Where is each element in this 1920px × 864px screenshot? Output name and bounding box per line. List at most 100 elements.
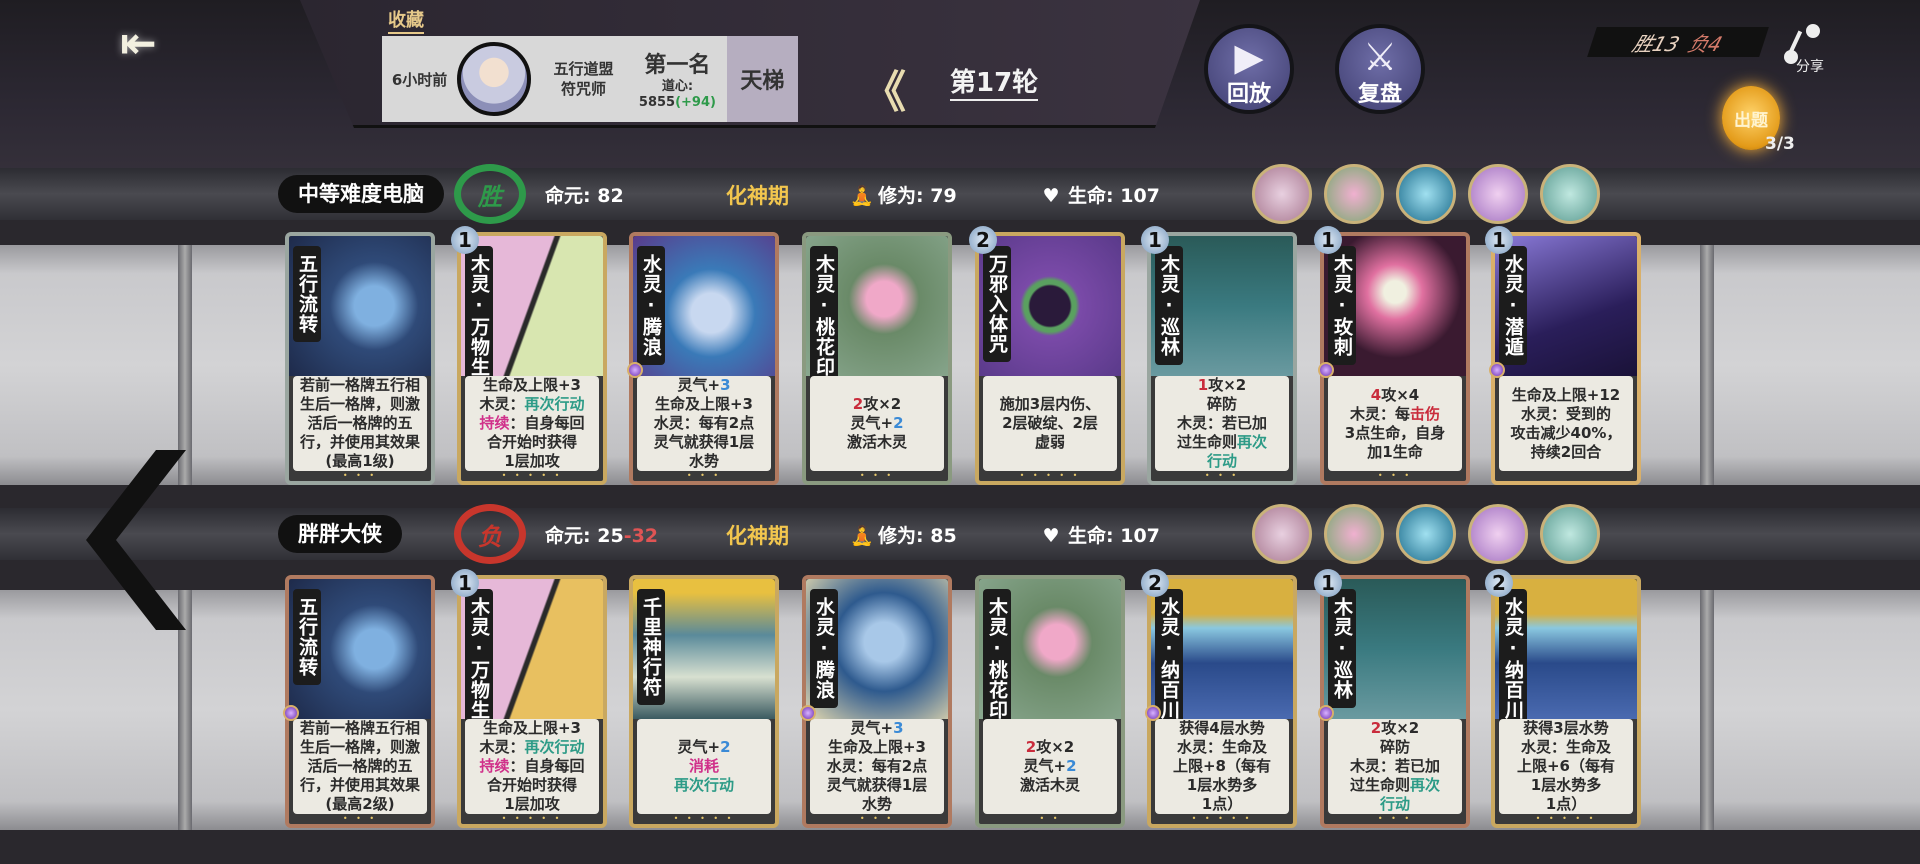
card-description: 灵气+3 生命及上限+3 水灵：每有2点 灵气就获得1层 水势 (810, 719, 944, 814)
previous-round-icon[interactable]: 《 (862, 56, 906, 120)
result-badge: 胜 (454, 164, 526, 224)
card-name: 木灵·万物生 (465, 589, 493, 728)
desc-line: 木灵：若已加 (1349, 757, 1440, 775)
score-label: 道心: (661, 79, 694, 94)
share-button[interactable]: 分享 (1780, 20, 1830, 80)
mingyuan-stat: 命元: 82 (545, 185, 624, 207)
replay-button[interactable]: ▶ 回放 (1204, 24, 1294, 114)
review-button[interactable]: ⚔ 复盘 (1335, 24, 1425, 114)
peach-blossom-relic-icon[interactable] (1324, 504, 1384, 564)
share-label: 分享 (1796, 59, 1824, 75)
desc-line: 获得4层水势 (1179, 719, 1265, 737)
desc-line: 行动 (1379, 795, 1410, 813)
desc-line: (最高2级) (325, 795, 395, 813)
desc-line: 过生命则再次 (1349, 776, 1441, 794)
desc-line: 1点） (1201, 795, 1243, 813)
realm-stage: 化神期 (726, 184, 789, 208)
desc-line: 活后一格牌的五 (307, 414, 413, 432)
desc-line: (最高1级) (325, 452, 395, 470)
card-level-dots: • • • (342, 471, 378, 480)
desc-line: 合开始时获得 (486, 776, 577, 794)
dancer-relic-icon[interactable] (1540, 164, 1600, 224)
card[interactable]: 2 万邪入体咒 施加3层内伤、 2层破绽、2层 虚弱 • • • • • (969, 226, 1125, 485)
card-description: 1攻×2 碎防 木灵：若已加 过生命则再次 行动 (1155, 376, 1289, 471)
card[interactable]: 2 水灵·纳百川 获得3层水势 水灵：生命及 上限+6（每有 1层水势多 1点） • •… (1485, 569, 1641, 828)
desc-line: 激活木灵 (846, 433, 907, 451)
card[interactable]: 水灵·腾浪 灵气+3 生命及上限+3 水灵：每有2点 灵气就获得1层 水势 • • • (627, 232, 779, 485)
card-cost-badge: 2 (1485, 569, 1513, 597)
card[interactable]: 2 水灵·纳百川 获得4层水势 水灵：生命及 上限+8（每有 1层水势多 1点） • •… (1141, 569, 1297, 828)
card[interactable]: 千里神行符 灵气+2 消耗 再次行动 • • • • • (629, 575, 779, 828)
desc-line: 若前一格牌五行相 (299, 719, 420, 737)
card[interactable]: 1 木灵·万物生 生命及上限+3 木灵：再次行动 持续：自身每回 合开始时获得 1层加攻… (451, 569, 607, 828)
desc-line: 1层水势多 (1186, 776, 1258, 794)
back-arrow-icon[interactable]: ⇤ (120, 18, 157, 69)
desc-line: 2攻×2 (1370, 719, 1420, 737)
water-swirl-relic-icon[interactable] (1396, 164, 1456, 224)
card-description: 2攻×2 灵气+2 激活木灵 (810, 376, 944, 471)
card-cost-badge: 1 (1485, 226, 1513, 254)
card[interactable]: 五行流转 若前一格牌五行相 生后一格牌，则激 活后一格牌的五 行，并使用其效果 (最高2… (283, 575, 435, 828)
card-cost-badge: 1 (1314, 226, 1342, 254)
player-name: 胖胖大侠 (278, 515, 402, 553)
card[interactable]: 1 水灵·潜遁 生命及上限+12 水灵：受到的 攻击减少40%， 持续2回合 (1485, 226, 1641, 485)
quiz-label: 出题 (1734, 110, 1768, 131)
card[interactable]: 木灵·桃花印 2攻×2 灵气+2 激活木灵 • • • (802, 232, 952, 485)
loss-count: 负4 (1684, 31, 1726, 56)
card-level-dots: • • • • • (673, 814, 735, 823)
desc-line: 水灵：生命及 (1520, 738, 1611, 756)
dancer-relic-icon[interactable] (1540, 504, 1600, 564)
opponent-class: 符咒师 (561, 80, 607, 98)
card-name: 木灵·万物生 (465, 246, 493, 385)
card[interactable]: 五行流转 若前一格牌五行相 生后一格牌，则激 活后一格牌的五 行，并使用其效果 (最高1… (285, 232, 435, 485)
water-swirl-relic-icon[interactable] (1396, 504, 1456, 564)
mingyuan-stat: 命元: 25-32 (545, 525, 659, 547)
card[interactable]: 1 木灵·巡林 2攻×2 碎防 木灵：若已加 过生命则再次 行动 • • • (1314, 569, 1470, 828)
record-time: 6小时前 (391, 70, 448, 89)
desc-line: 1攻×2 (1197, 376, 1247, 394)
result-badge: 负 (454, 504, 526, 564)
card[interactable]: 1 木灵·巡林 1攻×2 碎防 木灵：若已加 过生命则再次 行动 • • • (1141, 226, 1297, 485)
card-description: 获得3层水势 水灵：生命及 上限+6（每有 1层水势多 1点） (1499, 719, 1633, 814)
desc-line: 木灵：每击伤 (1349, 404, 1441, 423)
card[interactable]: 1 木灵·玫刺 4攻×4 木灵：每击伤 3点生命，自身 加1生命 • • • (1314, 226, 1470, 485)
heart-flame-icon: ♥ (1042, 525, 1060, 547)
desc-line: 加1生命 (1367, 442, 1423, 461)
desc-line: 灵气就获得1层 (826, 776, 928, 794)
favorite-link[interactable]: 收藏 (388, 6, 424, 34)
card[interactable]: 木灵·桃花印 2攻×2 灵气+2 激活木灵 • • (975, 575, 1125, 828)
plum-branch-relic-icon[interactable] (1468, 504, 1528, 564)
desc-line: 灵气就获得1层 (653, 433, 755, 451)
battle-record-card[interactable]: 6小时前 五行道盟 符咒师 第一名 道心: 5855(+94) 天梯 (382, 36, 798, 122)
card-level-dots: • • • (1204, 471, 1240, 480)
desc-line: 行，并使用其效果 (299, 433, 420, 451)
peach-blossom-relic-icon[interactable] (1324, 164, 1384, 224)
card[interactable]: 水灵·腾浪 灵气+3 生命及上限+3 水灵：每有2点 灵气就获得1层 水势 • • • (800, 575, 952, 828)
realm-stage: 化神期 (726, 524, 789, 548)
desc-line: 激活木灵 (1019, 776, 1080, 794)
plum-branch-relic-icon[interactable] (1468, 164, 1528, 224)
result-label: 负 (478, 522, 502, 551)
desc-line: 水势 (688, 452, 719, 470)
meditation-icon: 🧘 (850, 525, 874, 547)
sword-maiden-relic-icon[interactable] (1252, 504, 1312, 564)
desc-line: 1层加攻 (504, 795, 560, 813)
element-gem-icon (1489, 362, 1505, 378)
element-gem-icon (1318, 705, 1334, 721)
card-level-dots: • • • (859, 471, 895, 480)
card-level-dots: • • • (686, 471, 722, 480)
desc-line: 持续：自身每回 (479, 414, 585, 432)
desc-line: 若前一格牌五行相 (299, 376, 420, 394)
desc-line: 水灵：每有2点 (653, 414, 755, 432)
play-icon: ▶ (1234, 35, 1264, 79)
meditation-icon: 🧘 (850, 185, 874, 207)
desc-line: 水灵：受到的 (1520, 404, 1611, 423)
card-level-dots: • • • (342, 814, 378, 823)
rank-block: 第一名 道心: 5855(+94) (628, 47, 727, 111)
round-label[interactable]: 第17轮 (950, 62, 1039, 101)
card[interactable]: 1 木灵·万物生 生命及上限+3 木灵：再次行动 持续：自身每回 合开始时获得 1层加攻… (451, 226, 607, 485)
life-stat: ♥ 生命: 107 (1040, 181, 1159, 208)
card-name: 木灵·巡林 (1328, 589, 1356, 708)
desc-line: 1点） (1545, 795, 1587, 813)
sword-maiden-relic-icon[interactable] (1252, 164, 1312, 224)
